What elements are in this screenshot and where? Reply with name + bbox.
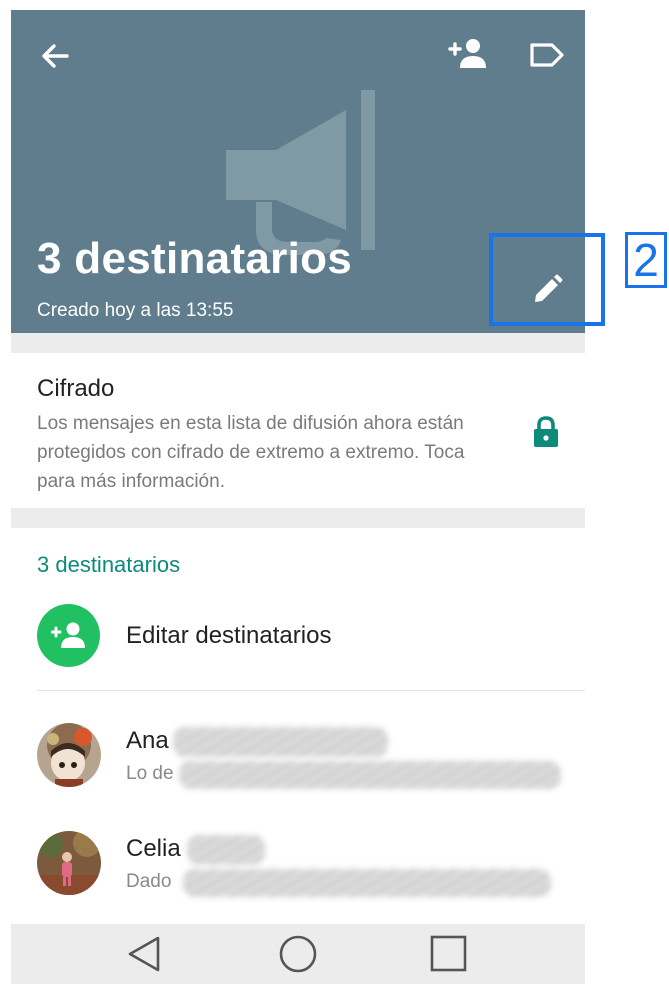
edit-recipients-label: Editar destinatarios bbox=[126, 622, 332, 649]
edit-recipients-row[interactable]: Editar destinatarios bbox=[11, 600, 585, 690]
lock-icon bbox=[534, 416, 558, 447]
list-divider bbox=[37, 690, 585, 691]
contact-name: Ana bbox=[126, 727, 169, 754]
page-title: 3 destinatarios bbox=[37, 234, 353, 283]
back-arrow-icon bbox=[42, 44, 69, 68]
label-icon bbox=[530, 43, 564, 67]
list-item[interactable]: Celia Dado bbox=[11, 831, 585, 921]
recents-square-icon bbox=[430, 935, 467, 972]
contact-status: Lo de bbox=[126, 763, 174, 784]
recipients-count-header: 3 destinatarios bbox=[37, 552, 181, 577]
edit-recipients-button[interactable] bbox=[37, 604, 100, 667]
phone-screen: 3 destinatarios Creado hoy a las 13:55 C… bbox=[11, 10, 585, 984]
add-participant-button[interactable] bbox=[448, 36, 488, 72]
system-nav-bar bbox=[11, 924, 585, 984]
encryption-title: Cifrado bbox=[37, 375, 115, 402]
created-timestamp: Creado hoy a las 13:55 bbox=[37, 300, 234, 321]
nav-home-button[interactable] bbox=[277, 934, 319, 981]
section-divider bbox=[11, 508, 585, 528]
section-divider bbox=[11, 333, 585, 353]
redaction-scribble bbox=[179, 761, 561, 789]
annotation-step-label: 2 bbox=[625, 232, 667, 288]
add-person-icon bbox=[51, 622, 85, 648]
recipients-section: 3 destinatarios Editar destinatarios Ana… bbox=[11, 528, 585, 928]
encryption-description: Los mensajes en esta lista de difusión a… bbox=[37, 413, 465, 492]
redaction-scribble bbox=[187, 835, 265, 865]
list-item[interactable]: Ana Lo de bbox=[11, 723, 585, 813]
contact-status: Dado bbox=[126, 871, 172, 892]
label-button[interactable] bbox=[528, 40, 566, 70]
add-person-icon bbox=[448, 39, 486, 68]
home-circle-icon bbox=[279, 935, 317, 973]
avatar bbox=[37, 723, 101, 787]
back-button[interactable] bbox=[37, 38, 73, 74]
nav-recents-button[interactable] bbox=[429, 934, 469, 979]
nav-back-button[interactable] bbox=[125, 934, 165, 979]
annotation-highlight-box bbox=[489, 233, 605, 326]
redaction-scribble bbox=[173, 727, 388, 757]
avatar bbox=[37, 831, 101, 895]
contact-name: Celia bbox=[126, 835, 181, 862]
redaction-scribble bbox=[183, 869, 551, 897]
encryption-section[interactable]: Cifrado Los mensajes en esta lista de di… bbox=[11, 353, 585, 508]
back-triangle-icon bbox=[128, 936, 160, 972]
